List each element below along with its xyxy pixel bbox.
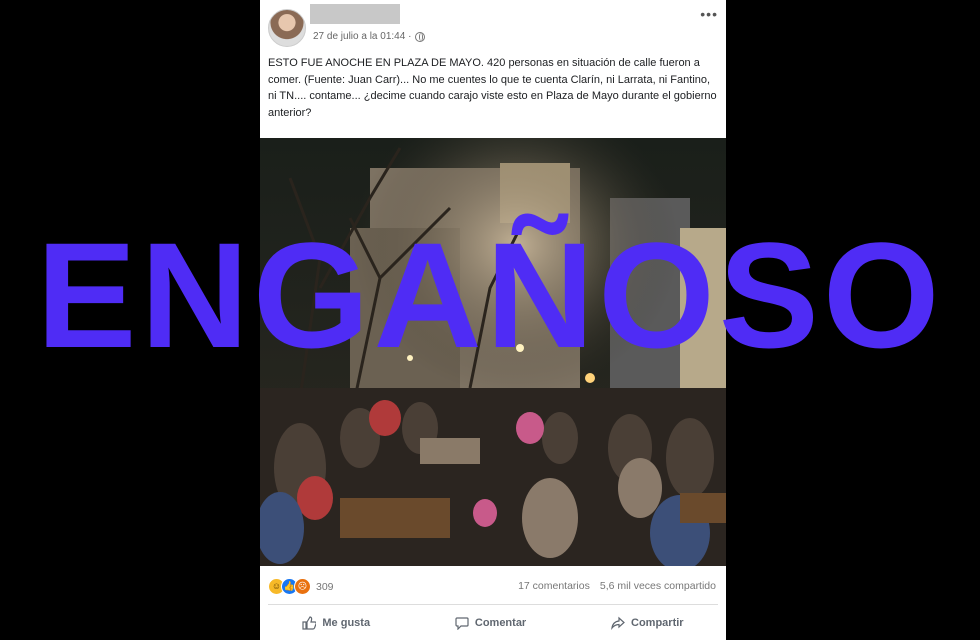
avatar[interactable]	[268, 9, 306, 47]
share-icon	[611, 616, 625, 630]
redacted-author-name	[310, 4, 400, 24]
comment-label: Comentar	[474, 617, 527, 629]
shares-count[interactable]: 5,6 mil veces compartido	[600, 580, 716, 592]
post-header: 27 de julio a la 01:44 · •••	[260, 0, 726, 52]
like-label: Me gusta	[322, 617, 371, 629]
share-label: Compartir	[631, 617, 684, 629]
post-photo[interactable]	[260, 138, 726, 566]
like-button[interactable]: Me gusta	[292, 612, 380, 634]
comment-button[interactable]: Comentar	[445, 612, 536, 634]
facebook-post: 27 de julio a la 01:44 · ••• ESTO FUE AN…	[260, 0, 726, 640]
post-actions: Me gusta Comentar Compartir	[260, 606, 726, 640]
post-meta: 27 de julio a la 01:44 ·	[313, 31, 426, 42]
angry-reaction-icon: ☹	[294, 578, 311, 595]
crowd-night-photo	[260, 138, 726, 566]
reaction-count: 309	[316, 580, 334, 593]
comments-count[interactable]: 17 comentarios	[518, 580, 590, 592]
post-stats: ☺ 👍 ☹ 309 17 comentarios 5,6 mil veces c…	[260, 570, 726, 600]
globe-icon	[415, 31, 426, 42]
comment-icon	[455, 617, 469, 630]
reactions-summary[interactable]: ☺ 👍 ☹ 309	[268, 578, 334, 595]
divider	[268, 604, 718, 605]
thumbs-up-icon	[302, 616, 317, 630]
share-button[interactable]: Compartir	[601, 612, 694, 634]
more-options-icon[interactable]: •••	[700, 6, 718, 22]
post-text: ESTO FUE ANOCHE EN PLAZA DE MAYO. 420 pe…	[268, 57, 717, 119]
post-timestamp[interactable]: 27 de julio a la 01:44 ·	[313, 31, 411, 42]
engagement-counts: 17 comentarios 5,6 mil veces compartido	[518, 580, 716, 592]
